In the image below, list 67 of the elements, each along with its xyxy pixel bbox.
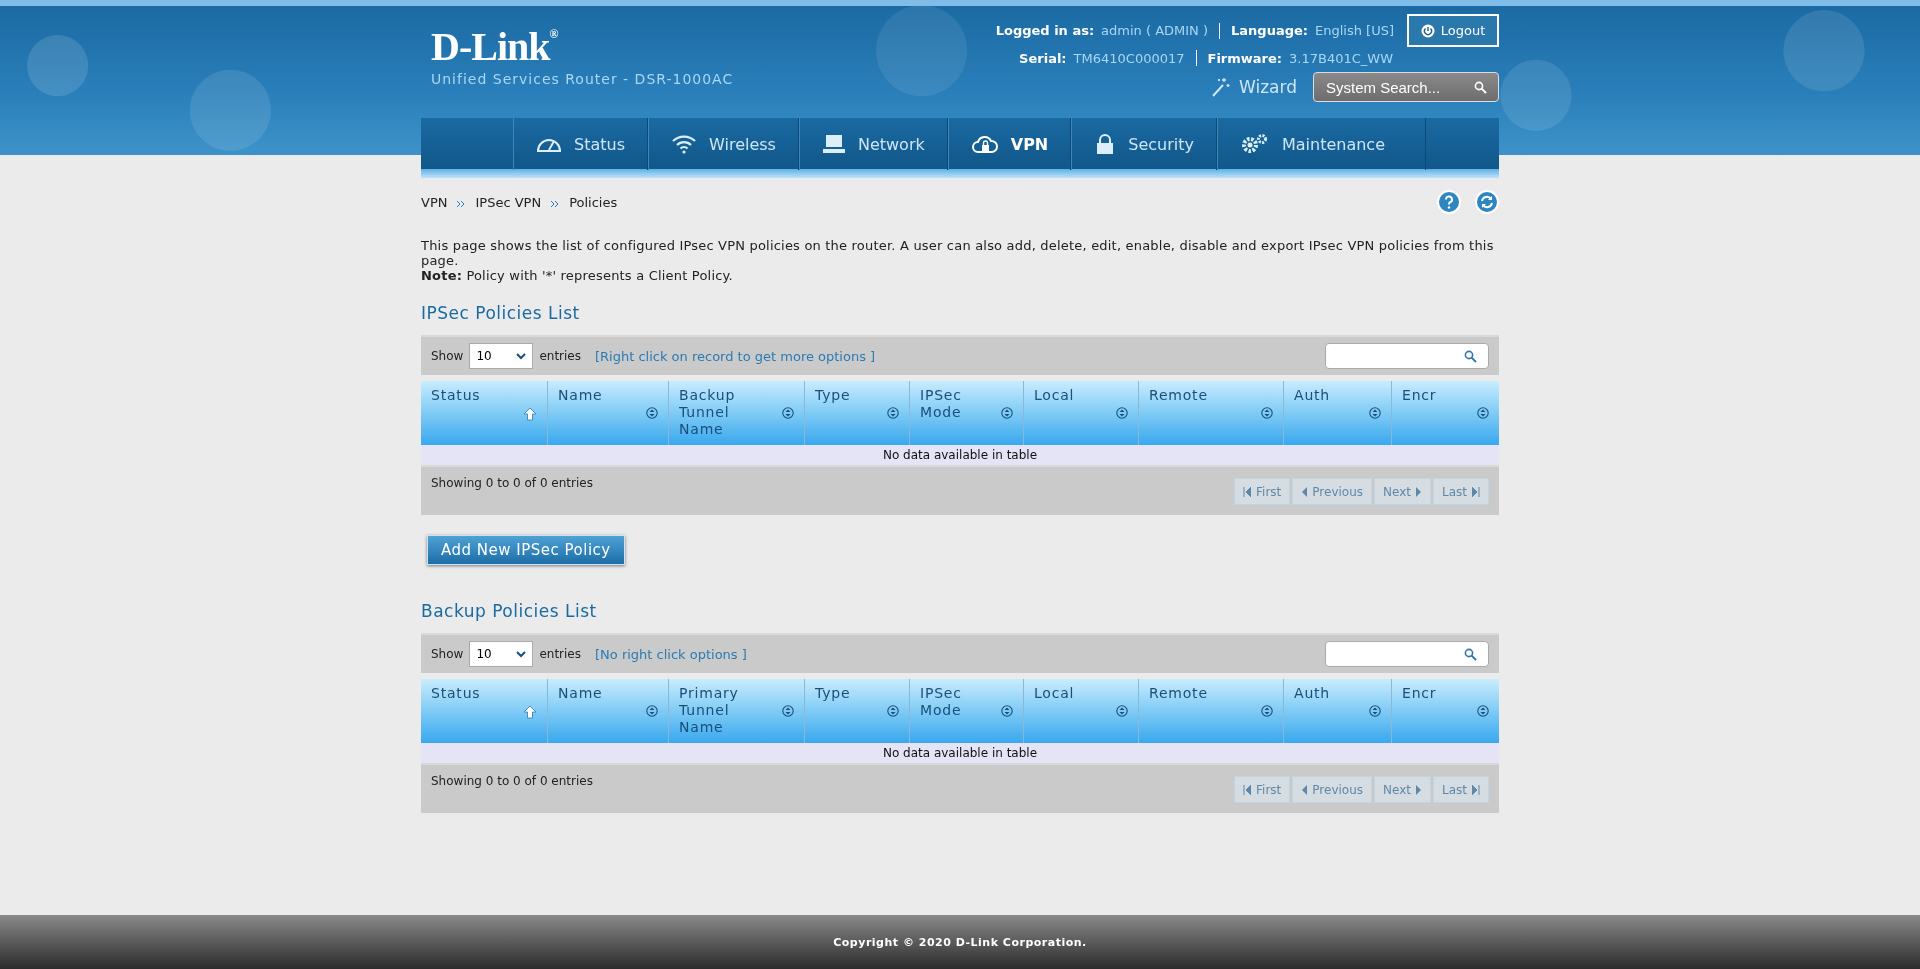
wifi-icon <box>671 134 697 154</box>
system-search-field[interactable]: System Search... <box>1313 72 1499 102</box>
first-page-icon <box>1243 784 1252 795</box>
page-size-select[interactable]: 10 <box>469 343 534 369</box>
page-size-select[interactable]: 10 <box>469 641 534 667</box>
entries-info: Showing 0 to 0 of 0 entries <box>431 476 593 490</box>
nav-tab[interactable]: Maintenance <box>1216 118 1426 170</box>
power-icon <box>1420 23 1435 38</box>
next-icon <box>1416 486 1422 497</box>
magic-wand-icon <box>1209 76 1231 98</box>
nav-tab[interactable]: Security <box>1071 118 1217 170</box>
copyright-text: Copyright © 2020 D-Link Corporation. <box>833 935 1087 949</box>
info-label: Serial: <box>1019 50 1067 66</box>
info-label: Language: <box>1231 23 1308 38</box>
section-title: Backup Policies List <box>421 601 598 621</box>
options-hint: [No right click options ] <box>595 646 747 662</box>
empty-table-message: No data available in table <box>421 445 1499 465</box>
entries-info: Showing 0 to 0 of 0 entries <box>431 774 593 788</box>
nav-tab[interactable]: VPN <box>947 118 1072 170</box>
breadcrumb-item[interactable]: VPN <box>421 194 448 210</box>
info-label: Firmware: <box>1207 50 1283 66</box>
search-icon <box>1464 349 1477 363</box>
previous-icon <box>1301 784 1308 795</box>
nav-tab[interactable]: Network <box>798 118 948 170</box>
page-description: This page shows the list of configured IPsec VPN policies on the router. A user can also add, delete, edit, enable, disable and export IPsec VPN policies from this page. <box>421 238 1495 268</box>
add-policy-button[interactable]: Add New IPSec Policy <box>427 535 625 565</box>
next-icon <box>1416 784 1422 795</box>
table-search-field[interactable] <box>1325 343 1489 369</box>
breadcrumb-separator-icon <box>457 200 466 207</box>
info-value: 3.17B401C_WW <box>1289 50 1393 66</box>
wizard-link[interactable]: Wizard <box>1209 76 1297 98</box>
logo-text: D-Link$^{®}$ <box>431 23 559 67</box>
first-page-icon <box>1243 486 1252 497</box>
note-text: Note: Policy with '*' represents a Client Policy. <box>421 268 734 283</box>
info-label: Logged in as: <box>995 23 1095 38</box>
chevron-down-icon <box>516 352 527 360</box>
last-page-icon <box>1472 486 1480 497</box>
column-header[interactable]: Encr <box>1392 381 1499 445</box>
section-title: IPSec Policies List <box>421 303 581 323</box>
cloud-lock-icon <box>970 134 999 154</box>
show-label: Show <box>431 647 464 661</box>
nav-tab[interactable]: Status <box>513 118 648 170</box>
chevron-down-icon <box>516 650 527 658</box>
nav-tab[interactable]: Wireless <box>648 118 799 170</box>
table-search-field[interactable] <box>1325 641 1489 667</box>
router-model: Unified Services Router - DSR-1000AC <box>431 71 734 87</box>
search-icon <box>1464 647 1477 661</box>
breadcrumb-item: Policies <box>569 194 618 210</box>
help-icon[interactable] <box>1437 190 1461 214</box>
empty-table-message: No data available in table <box>421 743 1499 763</box>
info-value[interactable]: English [US] <box>1315 23 1394 38</box>
entries-label: entries <box>539 647 581 661</box>
show-label: Show <box>431 349 464 363</box>
breadcrumb-separator-icon <box>551 200 560 207</box>
refresh-icon[interactable] <box>1475 190 1499 214</box>
logout-button[interactable]: Logout <box>1407 14 1499 47</box>
column-header[interactable]: Encr <box>1392 679 1499 743</box>
info-value: TM6410C000017 <box>1073 50 1185 66</box>
info-value[interactable]: admin ( ADMIN ) <box>1101 23 1209 38</box>
computer-icon <box>821 134 846 154</box>
gears-icon <box>1239 133 1270 155</box>
previous-icon <box>1301 486 1308 497</box>
options-hint: [Right click on record to get more options ] <box>595 348 876 364</box>
entries-label: entries <box>539 349 581 363</box>
last-page-icon <box>1472 784 1480 795</box>
search-icon <box>1474 80 1487 94</box>
breadcrumb-item[interactable]: IPSec VPN <box>475 194 542 210</box>
